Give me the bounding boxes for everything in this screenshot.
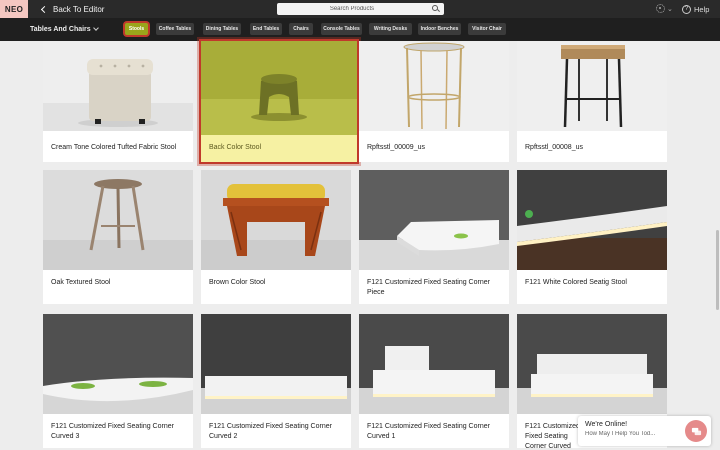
product-name: Back Color Stool [209, 144, 262, 151]
product-name: Oak Textured Stool [51, 279, 111, 286]
scrollbar-thumb[interactable] [716, 230, 719, 310]
product-card-f121-curved-1[interactable]: F121 Customized Fixed Seating Corner Cur… [359, 314, 509, 448]
gear-icon [656, 4, 665, 13]
product-card-rpftsstl-00009[interactable]: Rpftsstl_00009_us [359, 41, 509, 162]
chat-widget[interactable]: We're Online! How May I Help You Tod... [578, 416, 711, 446]
product-image [517, 170, 667, 270]
product-name: F121 Customized Fixed Seating Corner Pie… [367, 279, 490, 296]
product-image [201, 314, 351, 414]
search-icon[interactable] [432, 5, 438, 11]
chevron-down-icon [93, 25, 99, 31]
product-card-rpftsstl-00008[interactable]: Rpftsstl_00008_us [517, 41, 667, 162]
category-dropdown[interactable]: Tables And Chairs [30, 18, 99, 41]
back-to-editor-button[interactable]: Back To Editor [40, 0, 105, 18]
chevron-down-icon: ⌄ [667, 5, 673, 13]
tab-stools[interactable]: Stools [125, 23, 148, 35]
chat-subtitle: How May I Help You Tod... [585, 431, 656, 437]
product-image [43, 314, 193, 414]
product-image [517, 314, 667, 414]
back-label: Back To Editor [53, 4, 105, 14]
product-image [43, 41, 193, 131]
product-card-f121-white-stool[interactable]: F121 White Colored Seatig Stool [517, 170, 667, 304]
chat-bubble-icon [691, 427, 701, 435]
product-name: F121 Customized Fixed Seating Corner Cur… [525, 423, 580, 448]
search-input[interactable] [277, 3, 427, 15]
product-name: F121 Customized Fixed Seating Corner Cur… [367, 423, 490, 440]
product-card-f121-curved-2[interactable]: F121 Customized Fixed Seating Corner Cur… [201, 314, 351, 448]
logo[interactable]: NEO [0, 0, 28, 18]
product-image [201, 170, 351, 270]
product-card-f121-corner-piece[interactable]: F121 Customized Fixed Seating Corner Pie… [359, 170, 509, 304]
product-name: F121 White Colored Seatig Stool [525, 279, 627, 286]
search-box [277, 3, 444, 15]
chat-title: We're Online! [585, 421, 628, 428]
product-name: F121 Customized Fixed Seating Corner Cur… [209, 423, 332, 440]
chat-button[interactable] [685, 420, 707, 442]
tab-chairs[interactable]: Chairs [289, 23, 313, 35]
tab-writing-desks[interactable]: Writing Desks [369, 23, 412, 35]
top-bar: NEO Back To Editor ⌄ ? Help [0, 0, 720, 18]
tab-coffee-tables[interactable]: Coffee Tables [156, 23, 194, 35]
chevron-left-icon [40, 5, 49, 13]
product-image [517, 41, 667, 131]
product-image [201, 41, 357, 135]
tab-visitor-chair[interactable]: Visitor Chair [468, 23, 506, 35]
settings-button[interactable]: ⌄ [656, 4, 673, 13]
product-name: Brown Color Stool [209, 279, 266, 286]
tab-console-tables[interactable]: Console Tables [321, 23, 362, 35]
tab-dining-tables[interactable]: Dining Tables [203, 23, 241, 35]
question-icon: ? [682, 4, 691, 14]
help-button[interactable]: ? Help [682, 0, 709, 18]
product-card-back-color-stool[interactable]: Back Color Stool [199, 39, 359, 164]
product-name: Rpftsstl_00009_us [367, 144, 425, 151]
tab-indoor-benches[interactable]: Indoor Benches [418, 23, 461, 35]
product-name: Rpftsstl_00008_us [525, 144, 583, 151]
category-bar: Tables And Chairs Stools Coffee Tables D… [0, 18, 720, 41]
tab-end-tables[interactable]: End Tables [250, 23, 282, 35]
category-label: Tables And Chairs [30, 26, 91, 33]
product-image [359, 41, 509, 131]
product-card-oak-stool[interactable]: Oak Textured Stool [43, 170, 193, 304]
product-card-brown-stool[interactable]: Brown Color Stool [201, 170, 351, 304]
product-card-cream-stool[interactable]: Cream Tone Colored Tufted Fabric Stool [43, 41, 193, 162]
product-image [43, 170, 193, 270]
product-name: Cream Tone Colored Tufted Fabric Stool [51, 144, 177, 151]
product-card-f121-curved-3[interactable]: F121 Customized Fixed Seating Corner Cur… [43, 314, 193, 448]
help-label: Help [694, 4, 710, 14]
product-image [359, 170, 509, 270]
product-image [359, 314, 509, 414]
product-name: F121 Customized Fixed Seating Corner Cur… [51, 423, 174, 440]
